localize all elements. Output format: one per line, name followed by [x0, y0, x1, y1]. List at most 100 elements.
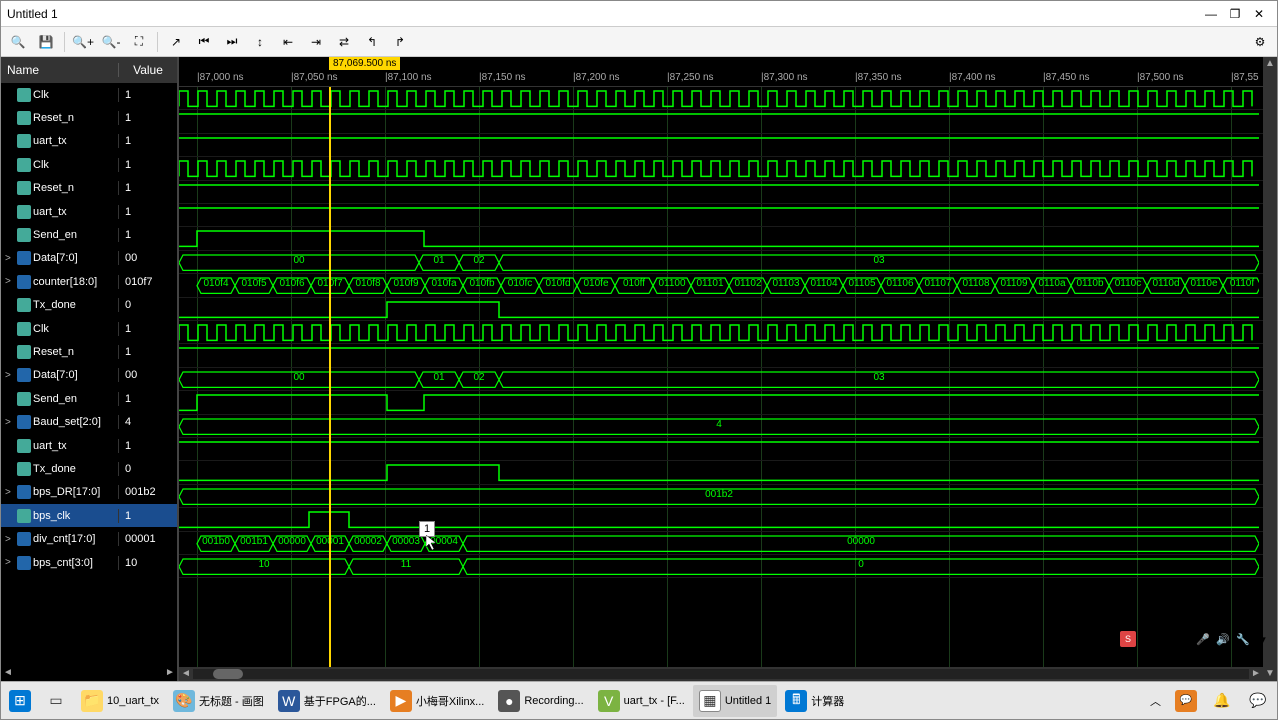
wave-row[interactable]: [179, 461, 1263, 484]
signal-row[interactable]: >bps_cnt[3:0]10: [1, 551, 177, 574]
wave-row[interactable]: 00010203: [179, 251, 1263, 274]
add-marker-icon[interactable]: ↕: [247, 29, 273, 55]
maximize-button[interactable]: ❐: [1223, 4, 1247, 24]
chevron-down-icon[interactable]: ▾: [1255, 631, 1271, 647]
zoom-fit-icon[interactable]: ⛶: [126, 29, 152, 55]
expand-icon[interactable]: >: [5, 370, 15, 381]
scroll-right-icon[interactable]: ►: [1249, 667, 1263, 681]
wave-row[interactable]: [179, 298, 1263, 321]
wave-row[interactable]: [179, 157, 1263, 180]
tray-message-icon[interactable]: 💬: [1169, 685, 1203, 717]
signal-row[interactable]: Tx_done0: [1, 294, 177, 317]
signal-row[interactable]: >Baud_set[2:0]4: [1, 410, 177, 433]
taskbar-item[interactable]: 🎨无标题 - 画图: [167, 685, 270, 717]
start-button[interactable]: ⊞: [3, 685, 37, 717]
expand-icon[interactable]: >: [5, 417, 15, 428]
signal-hscroll[interactable]: ◄ ►: [1, 667, 177, 681]
wave-row[interactable]: [179, 508, 1263, 531]
settings-icon[interactable]: ⚙: [1247, 29, 1273, 55]
signal-row[interactable]: >bps_DR[17:0]001b2: [1, 481, 177, 504]
wave-row[interactable]: [179, 391, 1263, 414]
time-ruler[interactable]: |87,000 ns|87,050 ns|87,100 ns|87,150 ns…: [179, 71, 1263, 87]
wave-row[interactable]: 4: [179, 415, 1263, 438]
wave-row[interactable]: 00010203: [179, 368, 1263, 391]
ime-lang[interactable]: 英: [1140, 631, 1151, 647]
minimize-button[interactable]: —: [1199, 4, 1223, 24]
value-column-header[interactable]: Value: [119, 63, 177, 77]
app-tray-icon[interactable]: S: [1120, 631, 1136, 647]
save-icon[interactable]: 💾: [33, 29, 59, 55]
wave-row[interactable]: [179, 134, 1263, 157]
signal-row[interactable]: Clk1: [1, 153, 177, 176]
tray-notify-icon[interactable]: 🔔: [1205, 685, 1239, 717]
taskbar-item[interactable]: ▶小梅哥Xilinx...: [384, 685, 490, 717]
taskbar-item[interactable]: 🖩计算器: [779, 685, 850, 717]
signal-row[interactable]: uart_tx1: [1, 434, 177, 457]
wave-row[interactable]: [179, 204, 1263, 227]
waveform-area[interactable]: 1 00010203010f4010f5010f6010f7010f8010f9…: [179, 87, 1263, 667]
signal-list[interactable]: Clk1Reset_n1uart_tx1Clk1Reset_n1uart_tx1…: [1, 83, 177, 667]
prev-edge-icon[interactable]: ↰: [359, 29, 385, 55]
scroll-up-icon[interactable]: ▲: [1263, 57, 1277, 71]
taskbar-item[interactable]: 📁10_uart_tx: [75, 685, 165, 717]
signal-row[interactable]: Reset_n1: [1, 106, 177, 129]
expand-icon[interactable]: >: [5, 557, 15, 568]
expand-icon[interactable]: >: [5, 276, 15, 287]
wave-hscroll[interactable]: ◄ ►: [179, 667, 1263, 681]
taskbar-item[interactable]: ▦Untitled 1: [693, 685, 777, 717]
wave-row[interactable]: [179, 321, 1263, 344]
expand-icon[interactable]: >: [5, 487, 15, 498]
wave-row[interactable]: [179, 87, 1263, 110]
scroll-thumb[interactable]: [213, 669, 243, 679]
swap-icon[interactable]: ⇄: [331, 29, 357, 55]
signal-row[interactable]: >Data[7:0]00: [1, 364, 177, 387]
wave-row[interactable]: 010f4010f5010f6010f7010f8010f9010fa010fb…: [179, 274, 1263, 297]
expand-icon[interactable]: >: [5, 534, 15, 545]
wave-row[interactable]: 10110: [179, 555, 1263, 578]
zoom-out-icon[interactable]: 🔍-: [98, 29, 124, 55]
wave-vscroll[interactable]: ▲ ▼: [1263, 57, 1277, 681]
go-to-cursor-icon[interactable]: ↗: [163, 29, 189, 55]
search-icon[interactable]: 🔍: [5, 29, 31, 55]
signal-row[interactable]: >Data[7:0]00: [1, 247, 177, 270]
wave-row[interactable]: 001b2: [179, 485, 1263, 508]
scroll-left-icon[interactable]: ◄: [1, 667, 15, 681]
wave-row[interactable]: 001b0001b1000000000100002000030000400000: [179, 532, 1263, 555]
scroll-left-icon[interactable]: ◄: [179, 667, 193, 681]
taskbar-item[interactable]: Vuart_tx - [F...: [592, 685, 691, 717]
signal-row[interactable]: Tx_done0: [1, 457, 177, 480]
signal-row[interactable]: Send_en1: [1, 223, 177, 246]
close-button[interactable]: ✕: [1247, 4, 1271, 24]
main-cursor[interactable]: [329, 87, 331, 667]
signal-row[interactable]: Reset_n1: [1, 177, 177, 200]
next-transition-icon[interactable]: ⏭: [219, 29, 245, 55]
signal-row[interactable]: bps_clk1: [1, 504, 177, 527]
zoom-in-icon[interactable]: 🔍+: [70, 29, 96, 55]
signal-row[interactable]: >div_cnt[17:0]00001: [1, 527, 177, 550]
next-edge-icon[interactable]: ↱: [387, 29, 413, 55]
scroll-track[interactable]: [193, 669, 1249, 679]
scroll-down-icon[interactable]: ▼: [1263, 667, 1277, 681]
signal-row[interactable]: uart_tx1: [1, 130, 177, 153]
wave-row[interactable]: [179, 110, 1263, 133]
tool-icon[interactable]: 🔧: [1235, 631, 1251, 647]
expand-icon[interactable]: >: [5, 253, 15, 264]
signal-row[interactable]: uart_tx1: [1, 200, 177, 223]
scroll-right-icon[interactable]: ►: [163, 667, 177, 681]
waveform-panel[interactable]: 87,069.500 ns |87,000 ns|87,050 ns|87,10…: [179, 57, 1263, 681]
prev-transition-icon[interactable]: ⏮: [191, 29, 217, 55]
wave-row[interactable]: [179, 227, 1263, 250]
wave-row[interactable]: [179, 181, 1263, 204]
prev-marker-icon[interactable]: ⇤: [275, 29, 301, 55]
taskview-button[interactable]: ▭: [39, 685, 73, 717]
signal-row[interactable]: >counter[18:0]010f7: [1, 270, 177, 293]
tray-action-icon[interactable]: 💬: [1241, 685, 1275, 717]
signal-row[interactable]: Clk1: [1, 317, 177, 340]
taskbar-item[interactable]: ●Recording...: [492, 685, 589, 717]
tray-chevron-icon[interactable]: ︿: [1144, 685, 1167, 717]
mic-icon[interactable]: 🎤: [1195, 631, 1211, 647]
ime-icon[interactable]: ⊕: [1155, 631, 1171, 647]
wave-row[interactable]: [179, 344, 1263, 367]
next-marker-icon[interactable]: ⇥: [303, 29, 329, 55]
signal-row[interactable]: Reset_n1: [1, 340, 177, 363]
